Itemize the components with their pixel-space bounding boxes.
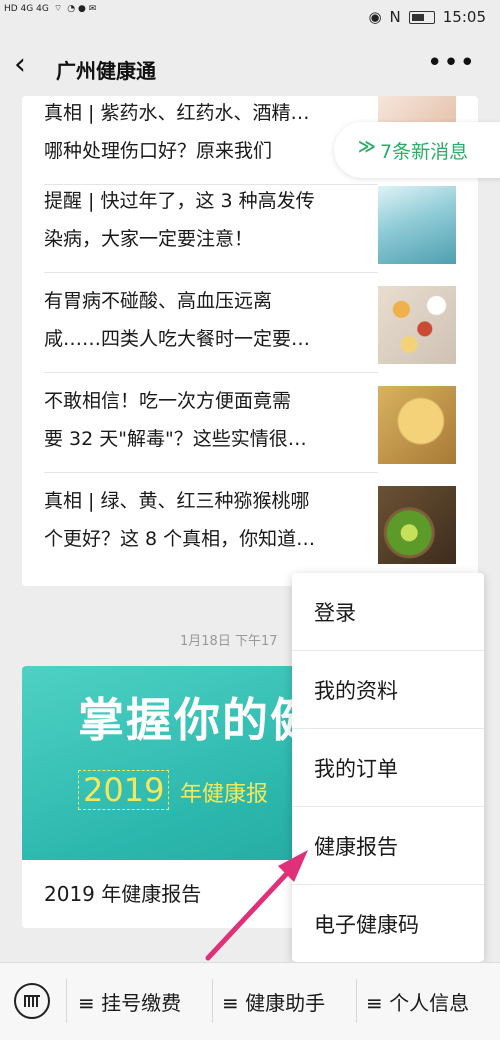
article-thumbnail (378, 386, 456, 464)
message-timestamp: 1月18日 下午17 (180, 634, 278, 649)
new-messages-label: 7条新消息 (380, 141, 469, 163)
article-item[interactable]: 提醒 | 快过年了，这 3 种高发传 染病，大家一定要注意！ (44, 174, 378, 273)
status-left: HD 4G 4G ⌔ ◔ ● ✉ (4, 3, 97, 15)
notification-icons: ◔ ● ✉ (67, 3, 97, 14)
article-title: 不敢相信！吃一次方便面竟需 要 32 天"解毒"？这些实情很… (44, 390, 307, 450)
article-title: 真相 | 绿、黄、红三种猕猴桃哪 个更好？这 8 个真相，你知道… (44, 490, 316, 550)
divider (212, 979, 213, 1023)
menu-item-label: 我的资料 (314, 679, 398, 703)
menu-item-my-orders[interactable]: 我的订单 (292, 729, 484, 807)
article-thumbnail (378, 286, 456, 364)
divider (66, 979, 67, 1023)
article-item[interactable]: 真相 | 绿、黄、红三种猕猴桃哪 个更好？这 8 个真相，你知道… (44, 474, 378, 572)
article-title: 真相 | 紫药水、红药水、酒精… 哪种处理伤口好？原来我们 (44, 102, 310, 162)
new-messages-button[interactable]: ≫ 7条新消息 (334, 122, 500, 178)
menu-item-health-code[interactable]: 电子健康码 (292, 885, 484, 962)
wifi-icon: ⌔ (53, 4, 63, 14)
tab-personal-info[interactable]: ≡ 个人信息 (366, 987, 469, 1016)
more-options-icon[interactable]: ••• (427, 48, 476, 78)
back-icon[interactable]: ‹ (14, 50, 26, 80)
keyboard-icon[interactable] (14, 983, 50, 1019)
menu-item-label: 登录 (314, 601, 356, 625)
double-chevron-up-icon: ≫ (358, 137, 376, 157)
menu-item-label: 健康报告 (314, 835, 398, 859)
tab-registration-payment[interactable]: ≡ 挂号缴费 (78, 987, 181, 1016)
popup-menu: 登录 我的资料 我的订单 健康报告 电子健康码 (292, 573, 484, 962)
bottom-menu-bar: ≡ 挂号缴费 ≡ 健康助手 ≡ 个人信息 (0, 962, 500, 1040)
menu-item-my-profile[interactable]: 我的资料 (292, 651, 484, 729)
article-item[interactable]: 有胃病不碰酸、高血压远离 咸……四类人吃大餐时一定要… (44, 274, 378, 373)
page-title: 广州健康通 (56, 59, 156, 83)
menu-item-health-report[interactable]: 健康报告 (292, 807, 484, 885)
status-bar: HD 4G 4G ⌔ ◔ ● ✉ ◉ N 15:05 (0, 0, 500, 34)
article-item[interactable]: 不敢相信！吃一次方便面竟需 要 32 天"解毒"？这些实情很… (44, 374, 378, 473)
menu-item-label: 我的订单 (314, 757, 398, 781)
article-title: 有胃病不碰酸、高血压远离 咸……四类人吃大餐时一定要… (44, 290, 311, 350)
article-thumbnail (378, 186, 456, 264)
status-right: ◉ N 15:05 (368, 8, 486, 26)
battery-icon (408, 10, 435, 24)
nfc-icon: N (389, 8, 401, 26)
promo-headline: 掌握你的健 (78, 693, 318, 747)
promo-title: 2019 年健康报告 (44, 882, 202, 906)
article-title: 提醒 | 快过年了，这 3 种高发传 染病，大家一定要注意！ (44, 190, 315, 250)
promo-subtitle: 年健康报 (180, 782, 269, 807)
tab-health-assistant[interactable]: ≡ 健康助手 (222, 987, 325, 1016)
signal-info: HD 4G 4G (4, 3, 49, 14)
eye-icon: ◉ (368, 8, 382, 26)
menu-item-login[interactable]: 登录 (292, 573, 484, 651)
status-time: 15:05 (442, 8, 486, 26)
article-thumbnail (378, 486, 456, 564)
promo-year: 2019 (78, 770, 170, 810)
divider (356, 979, 357, 1023)
article-item[interactable]: 真相 | 紫药水、红药水、酒精… 哪种处理伤口好？原来我们 (44, 86, 378, 185)
menu-item-label: 电子健康码 (314, 913, 419, 937)
